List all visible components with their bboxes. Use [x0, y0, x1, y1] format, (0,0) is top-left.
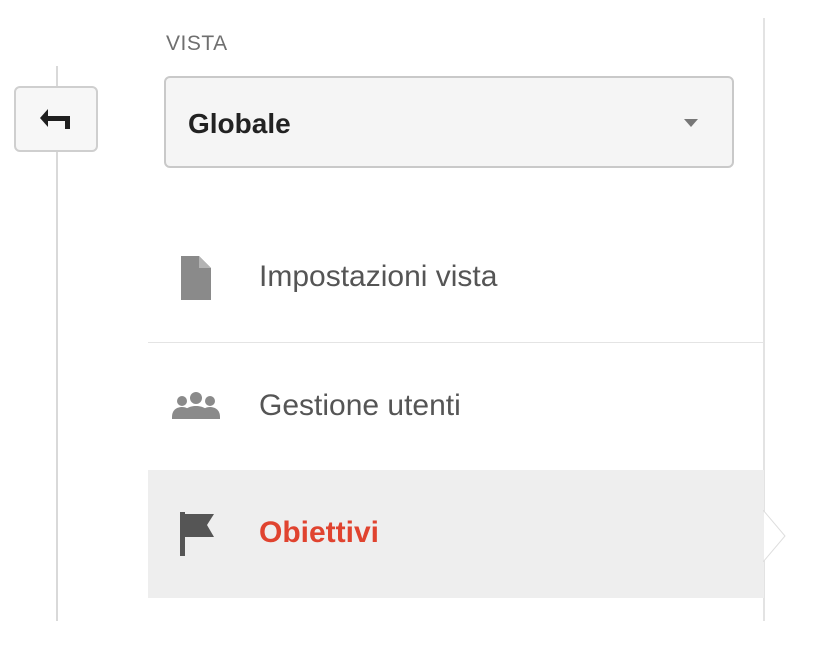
menu-item-user-management[interactable]: Gestione utenti — [148, 342, 764, 470]
admin-view-panel: VISTA Globale Impostazioni vista Gestion… — [0, 0, 821, 649]
menu-item-goals[interactable]: Obiettivi — [148, 470, 764, 598]
users-icon — [172, 392, 220, 419]
back-button[interactable] — [14, 86, 98, 152]
chevron-down-icon — [684, 119, 698, 127]
flag-icon — [180, 512, 214, 556]
view-menu: Impostazioni vista Gestione utenti Obiet… — [148, 214, 764, 598]
menu-item-label: Gestione utenti — [259, 389, 461, 422]
menu-item-label: Impostazioni vista — [259, 260, 498, 293]
back-arrow-icon — [40, 109, 70, 129]
document-icon — [181, 256, 211, 300]
view-label: VISTA — [166, 32, 228, 55]
menu-item-view-settings[interactable]: Impostazioni vista — [148, 214, 764, 342]
menu-item-label-active: Obiettivi — [259, 516, 380, 549]
view-select[interactable]: Globale — [164, 76, 734, 168]
view-select-value: Globale — [188, 108, 291, 139]
active-pointer-arrow — [763, 510, 786, 562]
